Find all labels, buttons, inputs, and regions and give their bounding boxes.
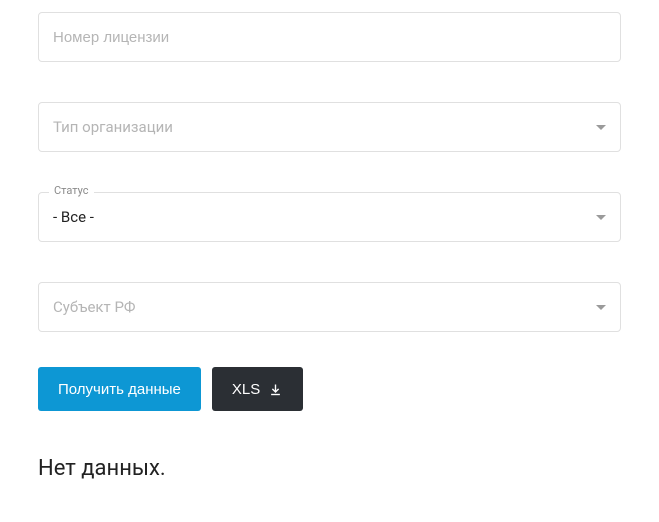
export-xls-label: XLS xyxy=(232,381,260,398)
chevron-down-icon xyxy=(596,125,606,130)
submit-button[interactable]: Получить данные xyxy=(38,367,201,411)
region-select[interactable]: Субъект РФ xyxy=(38,282,621,332)
button-row: Получить данные XLS xyxy=(38,367,621,411)
no-data-message: Нет данных. xyxy=(38,456,621,481)
status-value: - Все - xyxy=(53,208,588,226)
download-icon xyxy=(268,382,283,397)
export-xls-button[interactable]: XLS xyxy=(212,367,303,411)
license-number-field[interactable] xyxy=(38,12,621,62)
org-type-placeholder: Тип организации xyxy=(53,118,588,136)
license-number-input[interactable] xyxy=(53,29,606,46)
status-select[interactable]: Статус - Все - xyxy=(38,192,621,242)
region-placeholder: Субъект РФ xyxy=(53,298,588,316)
chevron-down-icon xyxy=(596,215,606,220)
chevron-down-icon xyxy=(596,305,606,310)
org-type-select[interactable]: Тип организации xyxy=(38,102,621,152)
status-label: Статус xyxy=(49,184,94,197)
